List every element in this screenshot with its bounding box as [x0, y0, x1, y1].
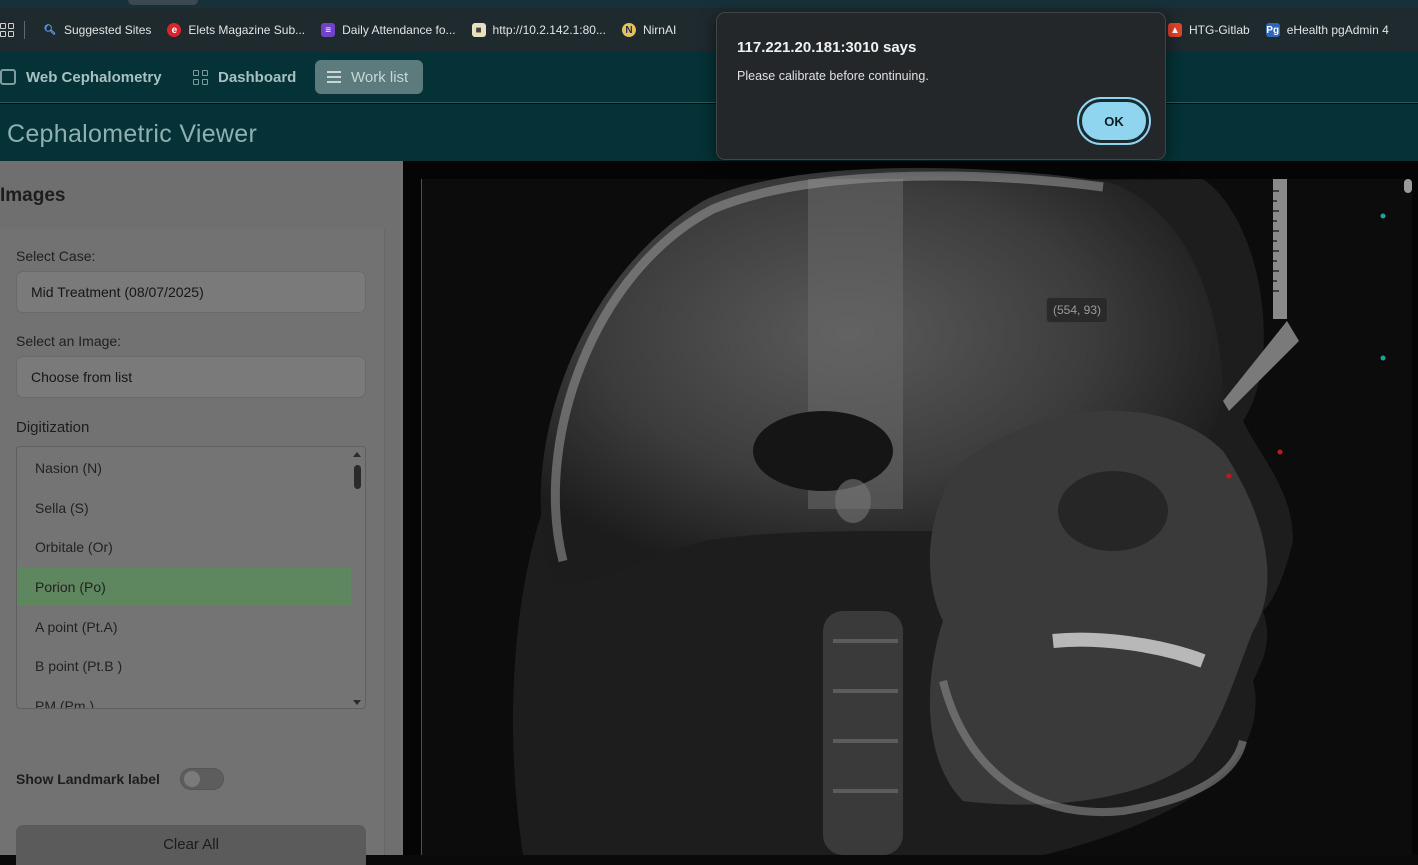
list-icon	[327, 71, 341, 83]
page-icon: ■	[471, 23, 486, 37]
ok-button[interactable]: OK	[1077, 97, 1151, 145]
bookmark-nirnai[interactable]: N NirnAI	[614, 17, 684, 43]
dialog-host: 117.221.20.181:3010 says	[737, 39, 917, 56]
page-header: Cephalometric Viewer	[0, 104, 1418, 161]
nav-dashboard[interactable]: Dashboard	[193, 60, 296, 94]
landmark-orbitale[interactable]: Orbitale (Or)	[17, 527, 351, 566]
landmark-nasion[interactable]: Nasion (N)	[17, 448, 351, 487]
apps-grid-icon[interactable]	[0, 23, 14, 37]
scroll-down-arrow-icon[interactable]	[353, 700, 361, 705]
sidebar: Images Select Case: Mid Treatment (08/07…	[0, 161, 403, 865]
xray-viewer[interactable]: (554, 93)	[403, 161, 1418, 855]
page-title: Cephalometric Viewer	[7, 120, 258, 148]
landmark-sella[interactable]: Sella (S)	[17, 488, 351, 527]
landmark-b-point[interactable]: B point (Pt.B )	[17, 646, 351, 685]
digitization-title: Digitization	[16, 419, 90, 436]
bookmark-local-ip[interactable]: ■ http://10.2.142.1:80...	[464, 17, 614, 43]
cephalometric-xray-image[interactable]	[403, 161, 1418, 855]
alert-dialog: 117.221.20.181:3010 says Please calibrat…	[716, 12, 1166, 160]
bookmark-pgadmin[interactable]: Pg eHealth pgAdmin 4	[1258, 17, 1397, 43]
coordinate-readout: (554, 93)	[1046, 297, 1109, 323]
image-select[interactable]: Choose from list	[16, 356, 366, 398]
hospital-icon	[0, 69, 16, 85]
search-icon: 🔍︎	[43, 24, 57, 36]
landmark-pm[interactable]: PM (Pm )	[17, 686, 351, 709]
clear-all-button[interactable]: Clear All	[16, 825, 366, 865]
sidebar-title: Images	[0, 185, 66, 206]
gitlab-icon: ▲	[1168, 23, 1182, 37]
landmark-list[interactable]: Nasion (N) Sella (S) Orbitale (Or) Porio…	[16, 446, 366, 709]
landmark-a-point[interactable]: A point (Pt.A)	[17, 607, 351, 646]
landmark-dot[interactable]	[1277, 449, 1283, 455]
scroll-up-arrow-icon[interactable]	[353, 452, 361, 457]
nirnai-logo-icon: N	[621, 23, 636, 37]
toggle-knob	[184, 771, 200, 787]
elets-logo-icon: e	[167, 23, 182, 37]
case-select[interactable]: Mid Treatment (08/07/2025)	[16, 271, 366, 313]
landmark-label-toggle-label: Show Landmark label	[16, 771, 160, 787]
scroll-thumb[interactable]	[354, 465, 361, 489]
app-navbar: Web Cephalometry Dashboard Work list	[0, 51, 1418, 103]
bookmark-suggested-sites[interactable]: 🔍︎ Suggested Sites	[35, 17, 159, 43]
dashboard-icon	[193, 69, 208, 85]
dialog-message: Please calibrate before continuing.	[737, 69, 929, 83]
landmark-label-toggle[interactable]	[180, 768, 224, 790]
bookmark-divider	[24, 21, 25, 39]
bookmarks-bar: 🔍︎ Suggested Sites e Elets Magazine Sub.…	[0, 0, 1418, 51]
landmark-dot[interactable]	[1380, 213, 1386, 219]
bookmark-htg-gitlab[interactable]: ▲ HTG-Gitlab	[1160, 17, 1258, 43]
landmark-dot[interactable]	[1226, 473, 1232, 479]
nav-worklist[interactable]: Work list	[315, 60, 423, 94]
bookmark-elets-magazine[interactable]: e Elets Magazine Sub...	[159, 17, 313, 43]
tab-strip	[0, 0, 1418, 8]
brand-link[interactable]: Web Cephalometry	[0, 60, 162, 94]
landmark-dot[interactable]	[1380, 355, 1386, 361]
pgadmin-icon: Pg	[1265, 23, 1280, 37]
image-label: Select an Image:	[16, 333, 122, 349]
active-tab[interactable]	[128, 0, 198, 5]
landmark-porion[interactable]: Porion (Po)	[17, 567, 351, 606]
landmark-list-scrollbar[interactable]	[350, 447, 365, 708]
case-label: Select Case:	[16, 248, 96, 264]
form-icon: ≡	[321, 23, 336, 37]
bookmark-daily-attendance[interactable]: ≡ Daily Attendance fo...	[313, 17, 463, 43]
